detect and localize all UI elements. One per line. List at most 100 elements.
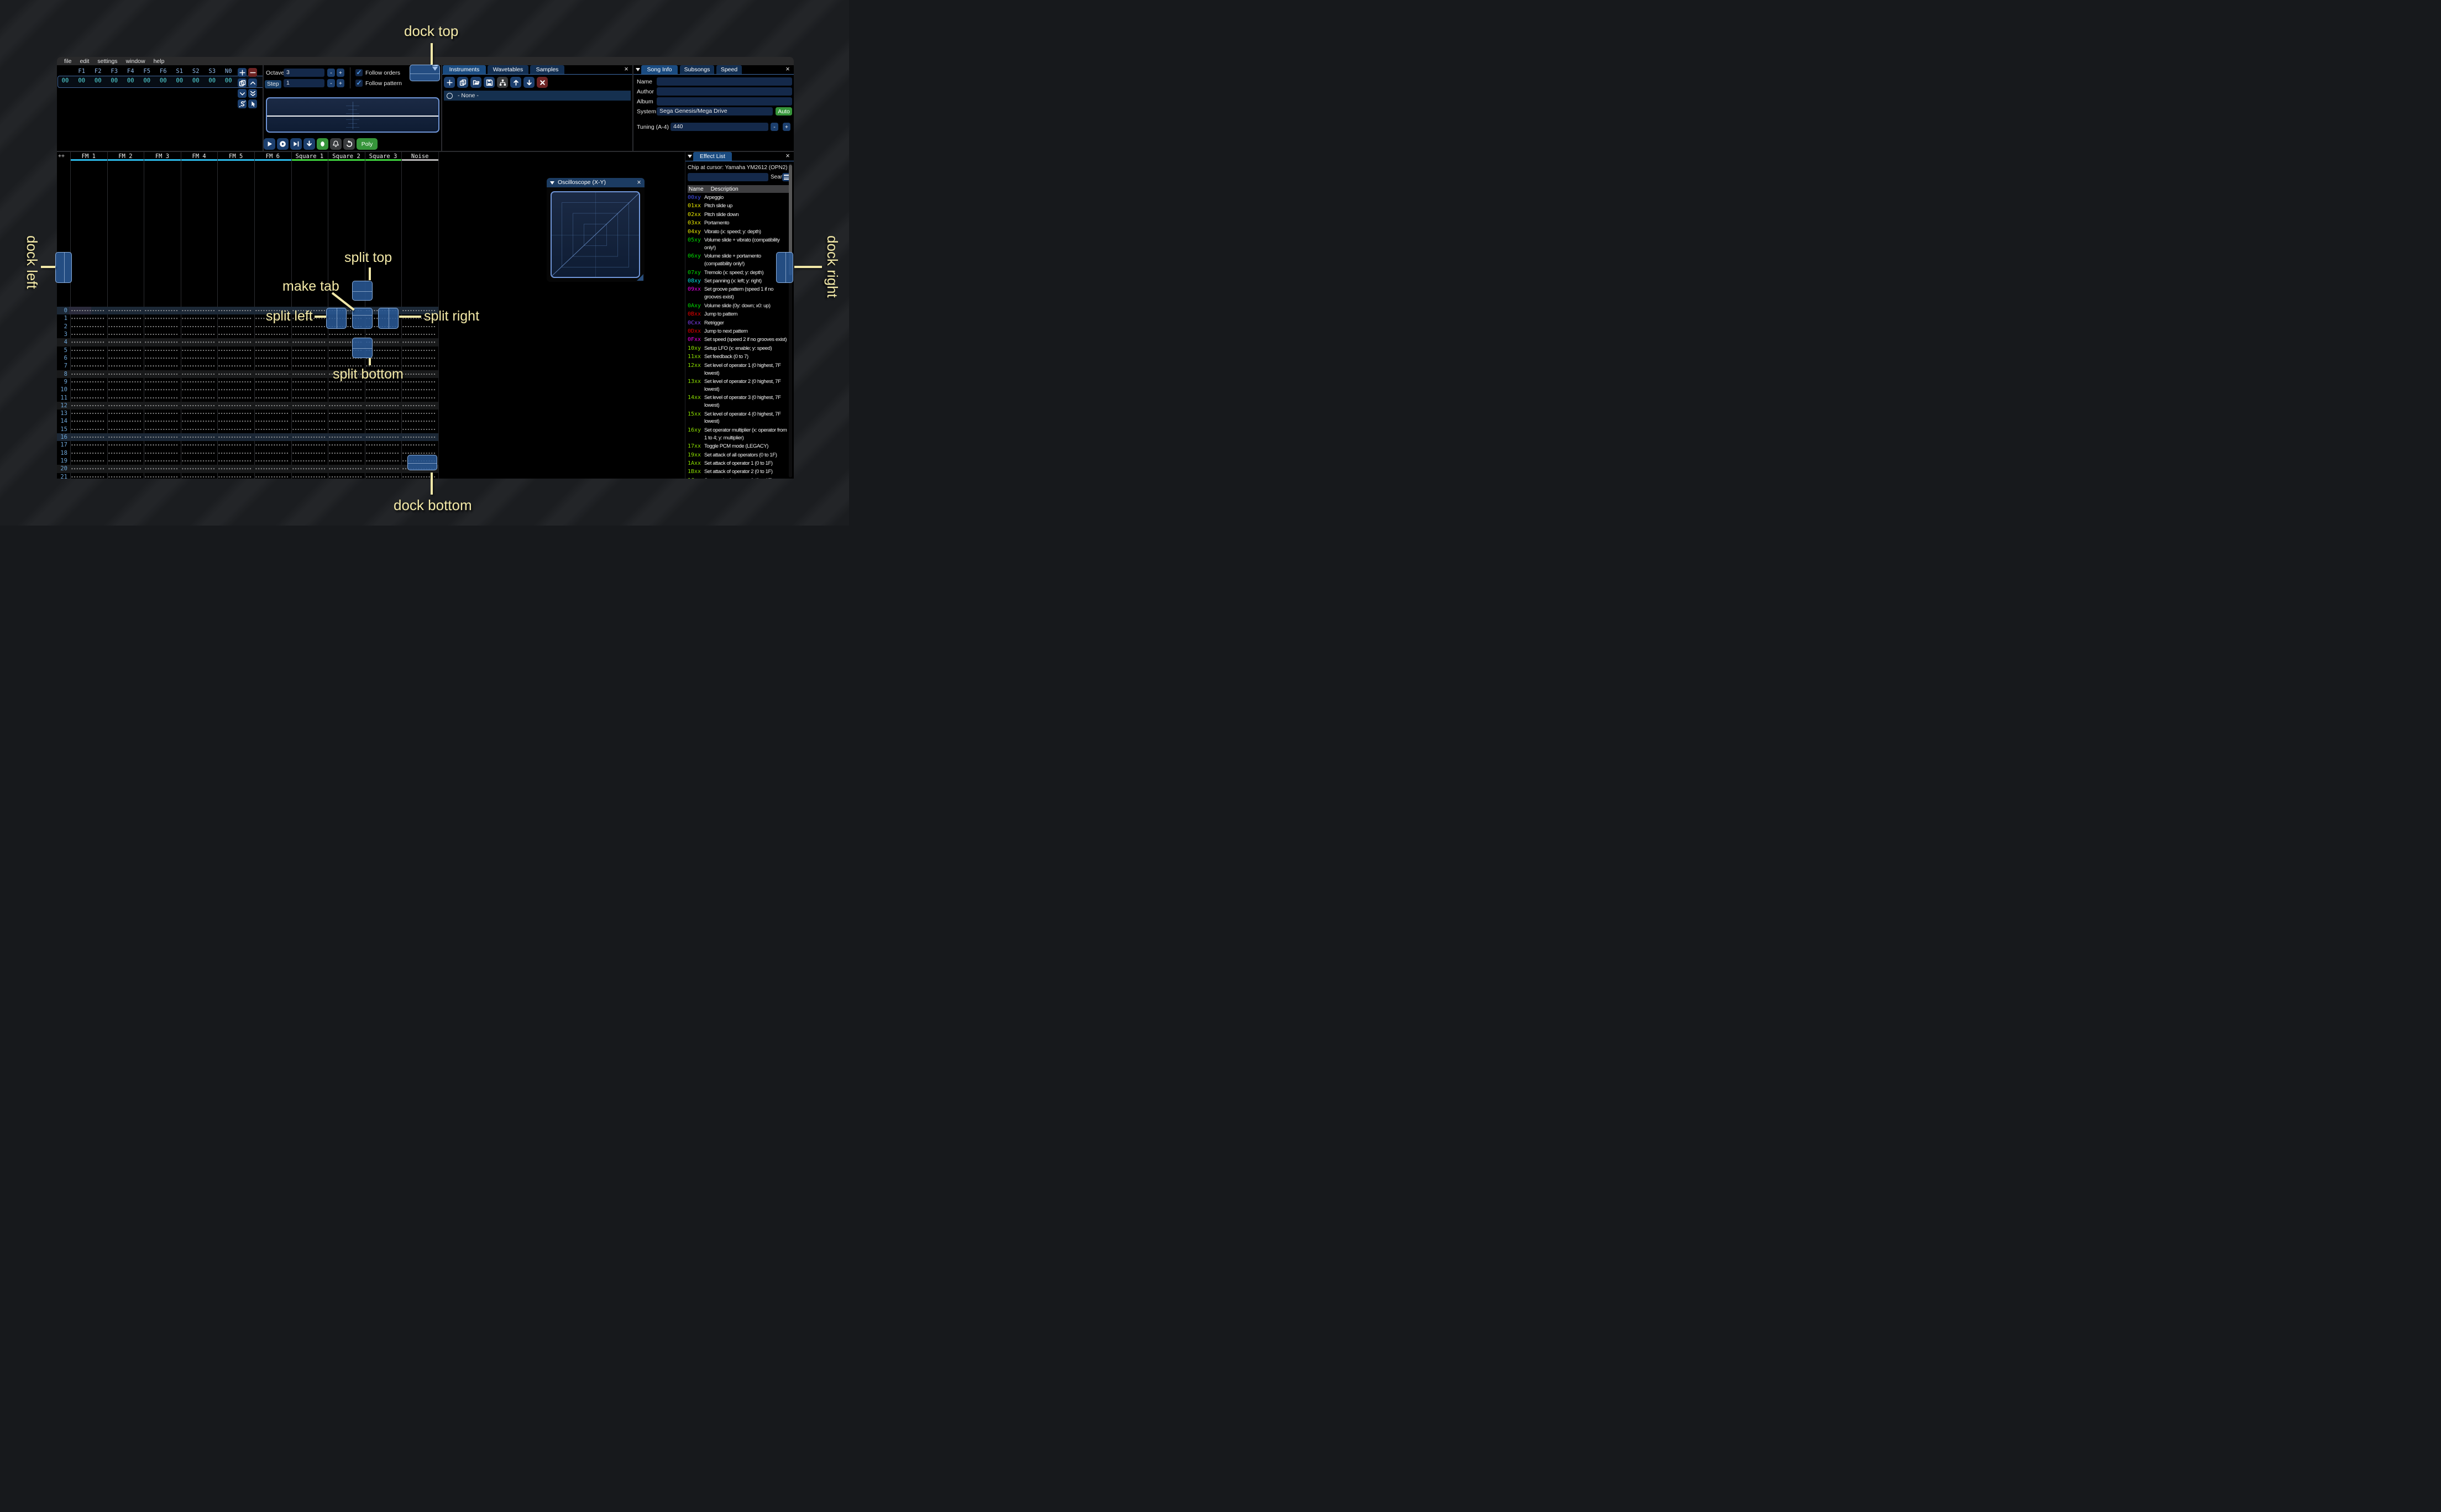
tuning-plus-button[interactable]: + (783, 123, 790, 131)
pattern-cell[interactable] (180, 425, 217, 434)
pattern-cell[interactable] (69, 362, 106, 370)
pattern-cell[interactable] (216, 338, 253, 347)
pattern-cell[interactable] (106, 346, 143, 355)
pattern-cell[interactable] (143, 410, 180, 418)
order-cell[interactable]: 00 (204, 77, 221, 84)
pattern-cell[interactable] (143, 346, 180, 355)
effect-row[interactable]: 1Axx Set attack of operator 1 (0 to 1F) (688, 460, 789, 468)
pattern-cell[interactable] (290, 433, 327, 442)
octave-plus-button[interactable]: + (337, 69, 344, 77)
pattern-cell[interactable] (143, 314, 180, 323)
pattern-cell[interactable] (364, 433, 401, 442)
move-order-down-button[interactable] (238, 89, 247, 98)
system-auto-button[interactable]: Auto (776, 107, 792, 116)
effect-row[interactable]: 05xy Volume slide + vibrato (compatibilit… (688, 237, 789, 252)
pattern-cell[interactable] (253, 473, 290, 479)
play-button[interactable] (264, 138, 275, 150)
record-button[interactable] (317, 138, 328, 150)
pattern-cell[interactable] (180, 370, 217, 379)
move-instrument-up-button[interactable] (510, 77, 521, 88)
pattern-cell[interactable] (180, 433, 217, 442)
tuning-input[interactable]: 440 (671, 123, 768, 131)
effect-row[interactable]: 1Bxx Set attack of operator 2 (0 to 1F) (688, 468, 789, 476)
pattern-cell[interactable] (216, 433, 253, 442)
pattern-cell[interactable] (180, 354, 217, 363)
pattern-cell[interactable] (290, 377, 327, 386)
pattern-cell[interactable] (69, 354, 106, 363)
pattern-cell[interactable] (253, 441, 290, 450)
octave-minus-button[interactable]: - (327, 69, 335, 77)
pattern-cell[interactable] (400, 417, 437, 426)
pattern-cell[interactable] (216, 330, 253, 339)
pattern-expand-toggle[interactable]: ++ (58, 153, 65, 159)
add-order-button[interactable] (238, 68, 247, 77)
order-cell[interactable]: 00 (155, 77, 172, 84)
tab-song-info[interactable]: Song Info (641, 65, 678, 74)
pattern-cell[interactable] (253, 465, 290, 474)
pattern-cell[interactable] (69, 449, 106, 458)
step-input[interactable]: 1 (284, 79, 324, 87)
pattern-cell[interactable] (106, 354, 143, 363)
pattern-cell[interactable] (290, 362, 327, 370)
pattern-cell[interactable] (400, 393, 437, 402)
pattern-cell[interactable] (69, 473, 106, 479)
pattern-cell[interactable] (400, 370, 437, 379)
duplicate-order-end-button[interactable] (248, 89, 257, 98)
pattern-cell[interactable] (180, 322, 217, 331)
pattern-row-4[interactable]: 4 (57, 338, 438, 347)
pattern-cell[interactable] (253, 346, 290, 355)
save-instrument-button[interactable] (484, 77, 495, 88)
pattern-cell[interactable] (364, 425, 401, 434)
pattern-cell[interactable] (69, 425, 106, 434)
pattern-cell[interactable] (290, 338, 327, 347)
order-cell[interactable]: 00 (221, 77, 237, 84)
pattern-cell[interactable] (69, 314, 106, 323)
order-cell[interactable]: 00 (106, 77, 123, 84)
pattern-cell[interactable] (106, 417, 143, 426)
pattern-cell[interactable] (106, 338, 143, 347)
pattern-cell[interactable] (216, 441, 253, 450)
pattern-cell[interactable] (180, 473, 217, 479)
pattern-cell[interactable] (327, 386, 364, 394)
tab-subsongs[interactable]: Subsongs (680, 65, 714, 74)
move-instrument-down-button[interactable] (523, 77, 535, 88)
pattern-cell[interactable] (253, 393, 290, 402)
pattern-cell[interactable] (216, 354, 253, 363)
song-info-close-button[interactable]: × (784, 65, 792, 74)
orders-row[interactable]: 00 00 00 00 00 00 00 00 00 00 00 (57, 77, 237, 84)
effect-row[interactable]: 07xy Tremolo (x: speed; y: depth) (688, 269, 789, 277)
pattern-cell[interactable] (400, 441, 437, 450)
pattern-cell[interactable] (180, 417, 217, 426)
pattern-cell[interactable] (290, 449, 327, 458)
pattern-cell[interactable] (106, 393, 143, 402)
split-right-target[interactable] (378, 308, 399, 329)
pattern-cell[interactable] (106, 425, 143, 434)
step-one-row-button[interactable] (303, 138, 315, 150)
pattern-cell[interactable] (290, 393, 327, 402)
pattern-cell[interactable] (290, 330, 327, 339)
pattern-cell[interactable] (290, 465, 327, 474)
pattern-cell[interactable] (400, 338, 437, 347)
effect-row[interactable]: 09xx Set groove pattern (speed 1 if no gr… (688, 286, 789, 301)
pattern-cell[interactable] (143, 330, 180, 339)
pattern-cell[interactable] (400, 377, 437, 386)
pattern-cell[interactable] (216, 393, 253, 402)
pattern-cell[interactable] (180, 401, 217, 410)
pattern-cell[interactable] (106, 314, 143, 323)
step-plus-button[interactable]: + (337, 79, 344, 87)
effect-list-collapse-icon[interactable] (688, 155, 692, 158)
delete-instrument-button[interactable] (537, 77, 548, 88)
name-input[interactable] (657, 77, 792, 86)
pattern-cell[interactable] (253, 386, 290, 394)
pattern-cell[interactable] (106, 330, 143, 339)
pattern-cell[interactable] (106, 401, 143, 410)
pattern-row-21[interactable]: 21 (57, 473, 438, 479)
effect-row[interactable]: 0Cxx Retrigger (688, 319, 789, 327)
pattern-cell[interactable] (253, 330, 290, 339)
pattern-cell[interactable] (216, 377, 253, 386)
pattern-cell[interactable] (69, 330, 106, 339)
pattern-cell[interactable] (180, 386, 217, 394)
menu-item-help[interactable]: help (154, 58, 165, 65)
follow-pattern-checkbox[interactable]: ✓ (355, 80, 363, 87)
pattern-cell[interactable] (364, 386, 401, 394)
